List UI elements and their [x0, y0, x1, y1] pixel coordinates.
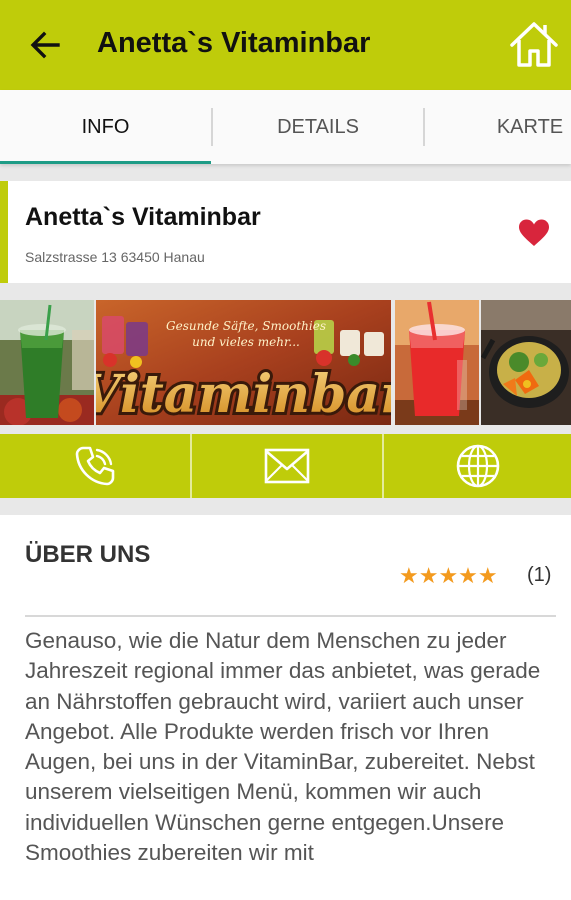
- business-address: Salzstrasse 13 63450 Hanau: [25, 249, 205, 265]
- back-button[interactable]: [28, 28, 62, 62]
- app-bar: Anetta`s Vitaminbar: [0, 0, 571, 90]
- gallery-photo-red-juice[interactable]: [395, 300, 479, 425]
- page-title: Anetta`s Vitaminbar: [97, 27, 371, 59]
- gallery-photo-green-smoothie[interactable]: [0, 300, 94, 425]
- gallery-photo-food-bowl[interactable]: [481, 300, 571, 425]
- tab-bar: INFO DETAILS KARTE: [0, 90, 571, 164]
- globe-icon: [456, 444, 499, 488]
- business-card-accent: [0, 181, 8, 283]
- banner-logo: Vitaminbar: [96, 364, 391, 425]
- business-name: Anetta`s Vitaminbar: [25, 203, 261, 231]
- gallery-photo-vitaminbar-banner[interactable]: Gesunde Säfte, Smoothies und vieles mehr…: [96, 300, 391, 425]
- call-button[interactable]: [0, 434, 190, 498]
- banner-tagline-2: und vieles mehr...: [192, 335, 300, 349]
- photo-gallery: Gesunde Säfte, Smoothies und vieles mehr…: [0, 300, 571, 425]
- tab-divider: [211, 108, 213, 146]
- contact-action-bar: [0, 434, 571, 498]
- rating-count: (1): [527, 564, 552, 586]
- banner-tagline-1: Gesunde Säfte, Smoothies: [166, 319, 326, 333]
- phone-icon: [75, 446, 115, 486]
- tab-details[interactable]: DETAILS: [213, 90, 423, 164]
- about-card: ÜBER UNS ★★★★★ (1) Genauso, wie die Natu…: [0, 515, 571, 900]
- email-button[interactable]: [192, 434, 382, 498]
- about-divider: [25, 615, 556, 617]
- website-button[interactable]: [384, 434, 571, 498]
- rating-stars: ★★★★★: [399, 563, 498, 588]
- active-tab-indicator: [0, 161, 211, 164]
- action-divider: [382, 434, 384, 498]
- home-button[interactable]: [508, 20, 560, 70]
- about-text: Genauso, wie die Natur dem Menschen zu j…: [25, 628, 541, 866]
- action-divider: [190, 434, 192, 498]
- heart-icon: [519, 219, 549, 246]
- arrow-left-icon: [30, 31, 60, 59]
- mail-icon: [264, 448, 310, 484]
- tab-info[interactable]: INFO: [0, 90, 211, 164]
- business-card: Anetta`s Vitaminbar Salzstrasse 13 63450…: [0, 181, 571, 283]
- favorite-button[interactable]: [517, 218, 551, 248]
- tab-karte[interactable]: KARTE: [425, 90, 571, 164]
- tab-divider: [423, 108, 425, 146]
- home-icon: [510, 22, 558, 67]
- about-title: ÜBER UNS: [25, 541, 151, 568]
